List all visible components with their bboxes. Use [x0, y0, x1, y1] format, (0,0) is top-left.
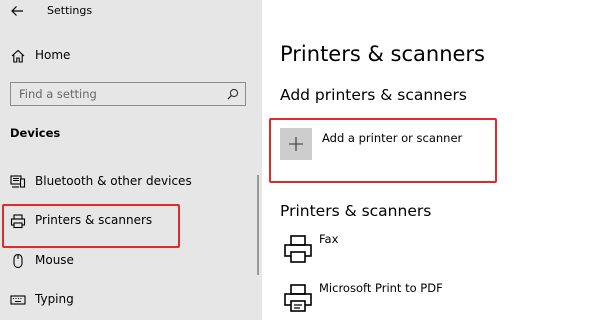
search-box — [10, 82, 246, 106]
nav-item-mouse-label: Mouse — [35, 253, 74, 267]
mouse-icon — [13, 253, 23, 269]
search-input[interactable] — [11, 83, 229, 105]
home-icon — [11, 49, 25, 63]
printer-icon — [284, 284, 312, 312]
search-icon[interactable] — [227, 88, 239, 100]
section-heading-devices: Devices — [10, 126, 61, 140]
device-item-fax[interactable]: Fax — [280, 232, 580, 268]
bluetooth-devices-icon — [10, 175, 26, 188]
add-section-heading: Add printers & scanners — [280, 86, 468, 104]
printers-list-heading: Printers & scanners — [280, 202, 432, 220]
keyboard-icon — [10, 295, 26, 305]
nav-item-typing-label: Typing — [35, 292, 74, 306]
nav-item-typing[interactable]: Typing — [0, 285, 262, 315]
highlight-box-nav — [2, 204, 180, 248]
sidebar: Settings Home Devices Bluetooth & other … — [0, 0, 262, 320]
page-title: Printers & scanners — [280, 42, 485, 66]
nav-item-home[interactable]: Home — [0, 41, 262, 71]
back-button[interactable] — [8, 2, 28, 20]
printer-icon — [284, 235, 312, 263]
device-name: Fax — [319, 232, 339, 246]
device-item-pdf[interactable]: Microsoft Print to PDF — [280, 281, 580, 317]
nav-item-bluetooth-label: Bluetooth & other devices — [35, 174, 192, 188]
back-arrow-icon — [11, 6, 23, 16]
nav-item-mouse[interactable]: Mouse — [0, 246, 262, 276]
nav-item-bluetooth[interactable]: Bluetooth & other devices — [0, 167, 262, 197]
highlight-box-add — [269, 118, 497, 183]
nav-item-home-label: Home — [35, 48, 71, 62]
sidebar-scrollbar[interactable] — [257, 175, 259, 275]
main-content: Printers & scanners Add printers & scann… — [262, 0, 600, 320]
window-title: Settings — [47, 4, 93, 17]
device-name: Microsoft Print to PDF — [319, 281, 443, 295]
